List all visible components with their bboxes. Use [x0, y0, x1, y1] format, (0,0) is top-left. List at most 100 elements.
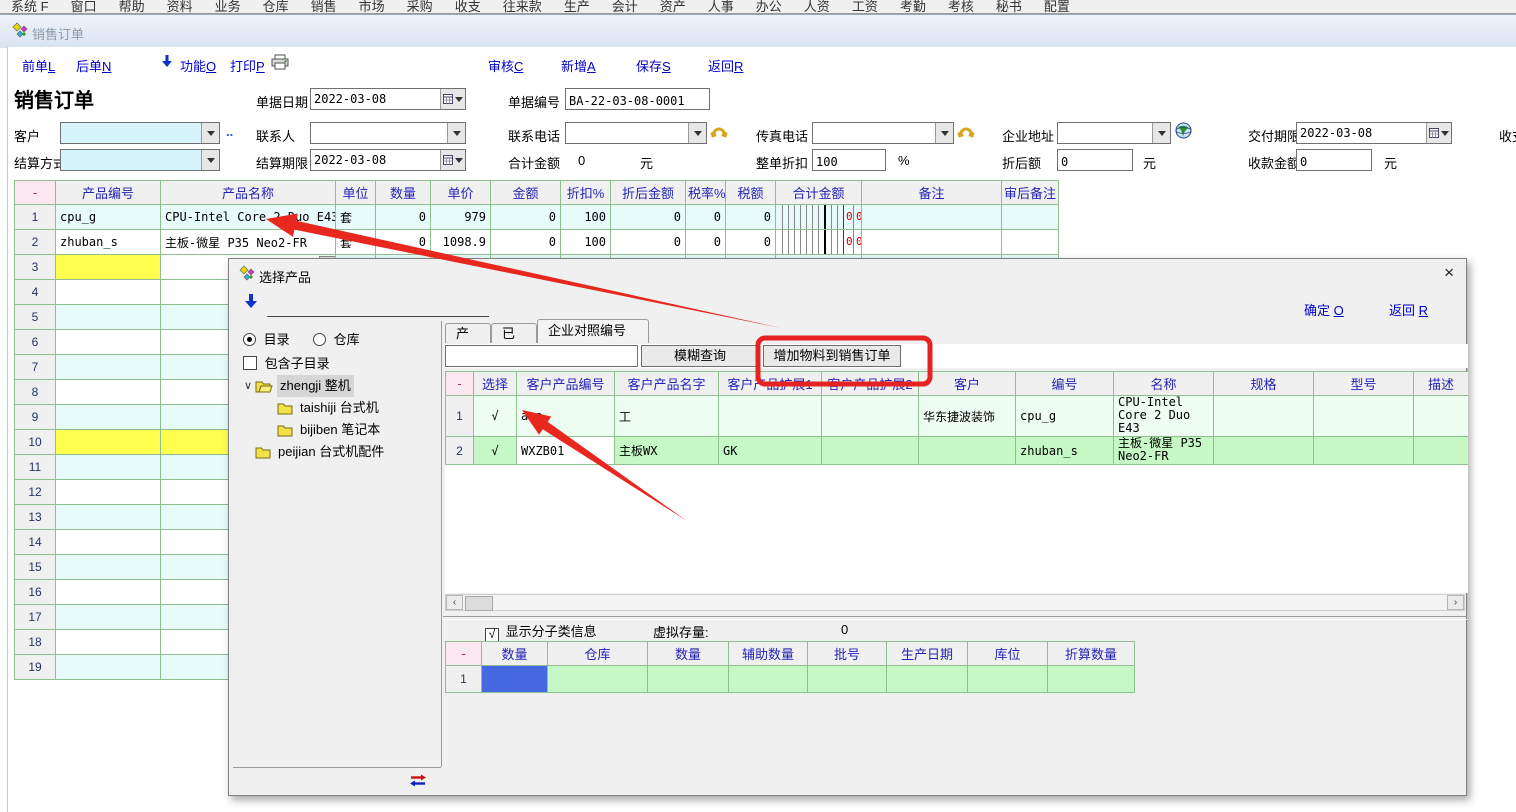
cell-audit-remark[interactable]: [1002, 230, 1059, 255]
dialog-grid-header[interactable]: 客户产品扩展2: [822, 372, 919, 396]
main-grid-header[interactable]: 单价: [431, 181, 491, 205]
checkbox-icon[interactable]: [243, 356, 257, 370]
tree-item[interactable]: peijian 台式机配件: [235, 441, 439, 463]
row-number[interactable]: 7: [15, 355, 56, 380]
bottom-grid-header[interactable]: 批号: [808, 642, 887, 666]
menu-item[interactable]: 资料: [156, 0, 204, 13]
cell-spec[interactable]: [1214, 396, 1314, 437]
main-grid-header[interactable]: 折扣%: [561, 181, 611, 205]
scrollbar-thumb[interactable]: [465, 596, 493, 611]
next-doc-button[interactable]: 后单N: [76, 56, 111, 75]
dialog-grid-header[interactable]: 客户产品编号: [517, 372, 615, 396]
swap-arrows-icon[interactable]: [409, 774, 427, 787]
cell-customer-product-code[interactable]: aaa: [517, 396, 615, 437]
contact-combo[interactable]: [310, 122, 466, 144]
cell-product-code[interactable]: [56, 555, 161, 580]
cell-product-code[interactable]: [56, 480, 161, 505]
cell-tax-rate[interactable]: 0: [686, 230, 726, 255]
dialog-grid-header[interactable]: 客户产品名字: [615, 372, 719, 396]
cell-amount[interactable]: 0: [491, 205, 561, 230]
dialog-grid-header[interactable]: 描述: [1414, 372, 1469, 396]
cell-customer-product-name[interactable]: 工: [615, 396, 719, 437]
cell-audit-remark[interactable]: [1002, 205, 1059, 230]
chevron-down-icon[interactable]: [1152, 123, 1170, 143]
cell-qty-selected[interactable]: [482, 666, 548, 693]
main-grid-header[interactable]: 审后备注: [1002, 181, 1059, 205]
cell-empty[interactable]: [648, 666, 729, 693]
menu-item[interactable]: 配置: [1033, 0, 1081, 13]
fuzzy-search-button[interactable]: 模糊查询: [641, 345, 759, 367]
close-icon[interactable]: ×: [1444, 263, 1454, 283]
menu-item[interactable]: 考勤: [889, 0, 937, 13]
chevron-down-icon[interactable]: [688, 123, 706, 143]
main-grid-header[interactable]: 税额: [726, 181, 776, 205]
row-number[interactable]: 10: [15, 430, 56, 455]
bottom-grid-header[interactable]: 库位: [968, 642, 1048, 666]
tab-enterprise-mapping[interactable]: 企业对照编号: [537, 319, 649, 343]
calendar-icon[interactable]: [440, 89, 465, 109]
cell-selected-check[interactable]: √: [474, 396, 517, 437]
cell-qty[interactable]: 0: [376, 205, 431, 230]
main-grid-header[interactable]: 税率%: [686, 181, 726, 205]
add-new-button[interactable]: 新增A: [561, 56, 596, 75]
dialog-grid-header[interactable]: 客户: [919, 372, 1016, 396]
tree-item[interactable]: ∨zhengji 整机: [235, 375, 439, 397]
tree-item[interactable]: taishiji 台式机: [235, 397, 439, 419]
calendar-icon[interactable]: [1426, 123, 1451, 143]
row-number[interactable]: 1: [446, 666, 482, 693]
cell-product-name[interactable]: 主板-微星 P35 Neo2-FR: [161, 230, 336, 255]
dialog-return-button[interactable]: 返回 R: [1389, 300, 1428, 319]
cell-product-code[interactable]: [56, 655, 161, 680]
cell-product-code[interactable]: [56, 330, 161, 355]
cell-tax[interactable]: 0: [726, 205, 776, 230]
row-number[interactable]: 18: [15, 630, 56, 655]
menu-item[interactable]: 会计: [601, 0, 649, 13]
row-number[interactable]: 14: [15, 530, 56, 555]
cell-product-code[interactable]: [56, 580, 161, 605]
row-number[interactable]: 2: [446, 437, 474, 465]
main-grid-header[interactable]: 产品编号: [56, 181, 161, 205]
row-number[interactable]: 17: [15, 605, 56, 630]
quick-search-underline-input[interactable]: [267, 316, 489, 317]
cell-ext2[interactable]: [822, 396, 919, 437]
radio-checked-icon[interactable]: [243, 333, 256, 346]
cell-customer[interactable]: 华东捷波装饰: [919, 396, 1016, 437]
main-grid-header[interactable]: 备注: [862, 181, 1002, 205]
row-number[interactable]: 19: [15, 655, 56, 680]
tab-product[interactable]: 产品: [445, 323, 491, 343]
row-number[interactable]: 13: [15, 505, 56, 530]
bottom-grid-header[interactable]: 生产日期: [887, 642, 968, 666]
doc-no-input[interactable]: [565, 88, 710, 110]
product-search-input[interactable]: [445, 345, 638, 367]
cell-name[interactable]: 主板-微星 P35 Neo2-FR: [1114, 437, 1214, 465]
cell-product-code[interactable]: [56, 380, 161, 405]
cell-product-code[interactable]: [56, 605, 161, 630]
menu-item[interactable]: 采购: [396, 0, 444, 13]
globe-icon[interactable]: [1175, 122, 1192, 139]
cell-remark[interactable]: [862, 205, 1002, 230]
phone-combo[interactable]: [565, 122, 707, 144]
menu-item[interactable]: 业务: [204, 0, 252, 13]
show-subclass-checkbox[interactable]: √ 显示分子类信息: [485, 621, 597, 642]
prev-doc-button[interactable]: 前单L: [22, 56, 55, 75]
row-number[interactable]: 16: [15, 580, 56, 605]
cell-selected-check[interactable]: √: [474, 437, 517, 465]
main-grid-header[interactable]: 折后金额: [611, 181, 686, 205]
chevron-down-icon[interactable]: [447, 123, 465, 143]
radio-icon[interactable]: [313, 333, 326, 346]
menu-item[interactable]: 人事: [697, 0, 745, 13]
menu-item[interactable]: 市场: [348, 0, 396, 13]
tree-item[interactable]: bijiben 笔记本: [235, 419, 439, 441]
cell-remark[interactable]: [862, 230, 1002, 255]
bottom-grid-header[interactable]: 辅助数量: [729, 642, 808, 666]
menu-item[interactable]: 系统 F: [0, 0, 60, 13]
printer-icon[interactable]: [270, 54, 290, 71]
menu-item[interactable]: 办公: [745, 0, 793, 13]
cell-price[interactable]: 1098.9: [431, 230, 491, 255]
return-button[interactable]: 返回R: [708, 56, 743, 75]
row-number[interactable]: 6: [15, 330, 56, 355]
tab-selected[interactable]: 已选: [491, 323, 537, 343]
dialog-grid-header[interactable]: 选择: [474, 372, 517, 396]
cell-price[interactable]: 979: [431, 205, 491, 230]
include-subdir-checkbox[interactable]: 包含子目录: [243, 353, 330, 372]
